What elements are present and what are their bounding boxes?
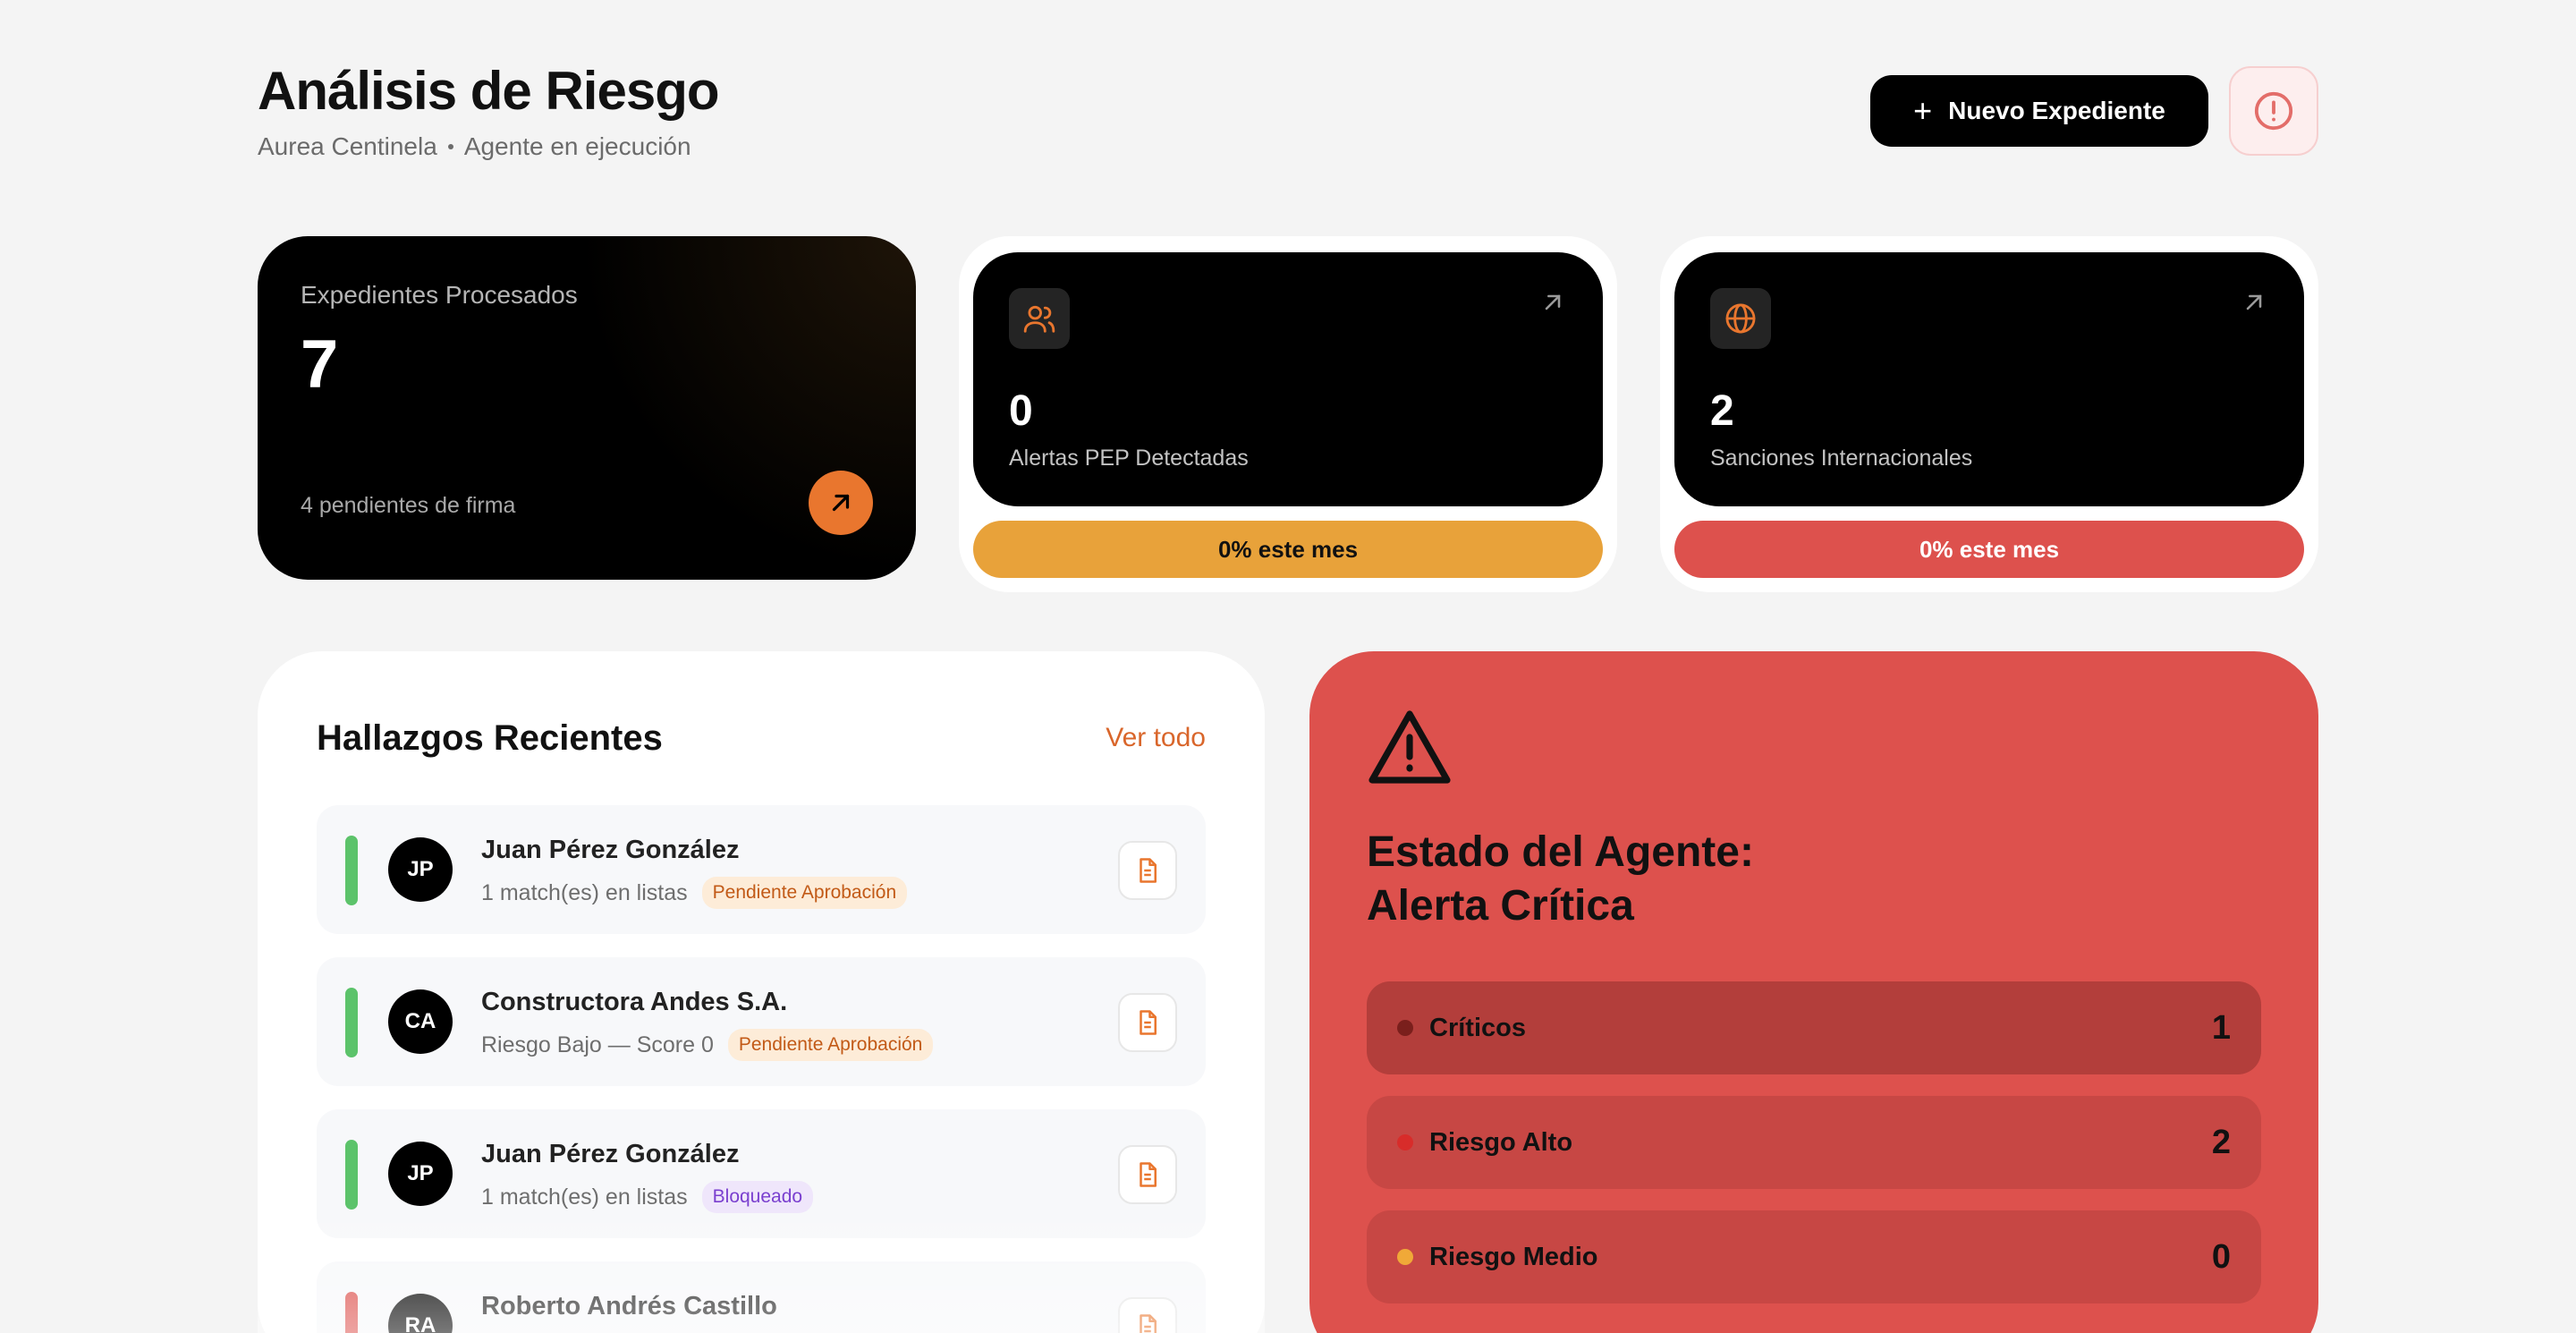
risk-level-label: Riesgo Medio [1429, 1242, 1598, 1271]
new-case-label: Nuevo Expediente [1948, 97, 2165, 124]
warning-triangle-icon [1368, 710, 1451, 784]
risk-level-list: Críticos 1 Riesgo Alto 2 Riesgo Medio 0 [1367, 981, 2261, 1303]
document-button[interactable] [1118, 993, 1177, 1052]
finding-detail: Riesgo Bajo — Score 0 [481, 1032, 714, 1057]
risk-indicator-bar [345, 1292, 358, 1333]
risk-level-label: Críticos [1429, 1013, 1526, 1042]
finding-detail: 1 match(es) en listas [481, 879, 688, 905]
processed-label: Expedientes Procesados [301, 281, 578, 309]
finding-meta: 1 match(es) en listas Bloqueado [481, 1181, 814, 1213]
processed-cases-card: Expedientes Procesados 7 4 pendientes de… [258, 236, 916, 580]
findings-title: Hallazgos Recientes [317, 717, 663, 758]
avatar: JP [388, 1142, 453, 1206]
status-badge: Bloqueado [701, 1181, 814, 1213]
finding-detail: 1 match(es) en listas [481, 1184, 688, 1210]
finding-meta: Riesgo Bajo — Score 0 Pendiente Aprobaci… [481, 1029, 934, 1061]
finding-row[interactable]: JP Juan Pérez González 1 match(es) en li… [317, 805, 1206, 934]
agent-status: Agente en ejecución [463, 132, 691, 160]
status-dot [1397, 1134, 1413, 1150]
document-icon [1140, 1162, 1157, 1187]
sanctions-value: 2 [1710, 387, 1734, 435]
risk-level-count: 1 [2211, 1008, 2231, 1047]
new-case-button[interactable]: + Nuevo Expediente [1870, 75, 2208, 147]
status-badge: Pendiente Aprobación [727, 1029, 934, 1061]
document-button[interactable] [1118, 1145, 1177, 1204]
dashboard-page: Análisis de Riesgo Aurea Centinela Agent… [258, 0, 2318, 1333]
globe-icon [1725, 303, 1756, 334]
pep-alerts-inner: 0 Alertas PEP Detectadas [973, 252, 1603, 506]
finding-row[interactable]: RA Roberto Andrés Castillo [317, 1261, 1206, 1333]
finding-name: Roberto Andrés Castillo [481, 1292, 777, 1320]
processed-value: 7 [301, 327, 339, 403]
status-badge: Pendiente Aprobación [701, 877, 908, 909]
sanctions-card: 2 Sanciones Internacionales 0% este mes [1660, 236, 2318, 592]
page-header: Análisis de Riesgo Aurea Centinela Agent… [258, 59, 2318, 166]
users-icon [1023, 305, 1055, 333]
risk-level-label: Riesgo Alto [1429, 1127, 1573, 1157]
status-dot [1397, 1020, 1413, 1036]
sanctions-inner: 2 Sanciones Internacionales [1674, 252, 2304, 506]
separator-dot [447, 144, 453, 149]
document-button[interactable] [1118, 1297, 1177, 1333]
agent-status-panel: Estado del Agente: Alerta Crítica Crític… [1309, 651, 2318, 1333]
finding-name: Juan Pérez González [481, 1140, 740, 1168]
pep-alerts-card: 0 Alertas PEP Detectadas 0% este mes [959, 236, 1617, 592]
arrow-up-right-icon[interactable] [2241, 290, 2267, 315]
sanctions-label: Sanciones Internacionales [1710, 446, 1973, 471]
org-name: Aurea Centinela [258, 132, 437, 160]
plus-icon: + [1913, 92, 1933, 129]
findings-list: JP Juan Pérez González 1 match(es) en li… [317, 805, 1206, 1333]
avatar: RA [388, 1294, 453, 1333]
document-icon [1140, 1314, 1157, 1333]
avatar: JP [388, 837, 453, 902]
findings-header: Hallazgos Recientes Ver todo [317, 716, 1206, 760]
pending-signature-text: 4 pendientes de firma [301, 493, 516, 518]
risk-level-row-medium[interactable]: Riesgo Medio 0 [1367, 1210, 2261, 1303]
globe-icon-box [1710, 288, 1771, 349]
risk-indicator-bar [345, 988, 358, 1057]
document-icon [1140, 1010, 1157, 1035]
view-all-link[interactable]: Ver todo [1106, 723, 1206, 753]
risk-level-count: 2 [2211, 1123, 2231, 1161]
pep-value: 0 [1009, 387, 1033, 435]
arrow-up-right-icon [832, 494, 850, 512]
agent-status-title-line2: Alerta Crítica [1367, 882, 1634, 930]
finding-meta: 1 match(es) en listas Pendiente Aprobaci… [481, 877, 908, 909]
avatar: CA [388, 989, 453, 1054]
agent-status-title: Estado del Agente: Alerta Crítica [1367, 826, 2261, 933]
risk-level-row-critical[interactable]: Críticos 1 [1367, 981, 2261, 1074]
users-icon-box [1009, 288, 1070, 349]
risk-indicator-bar [345, 1140, 358, 1210]
alerts-button[interactable] [2229, 66, 2318, 156]
sanctions-trend-pill: 0% este mes [1674, 521, 2304, 578]
status-dot [1397, 1249, 1413, 1265]
alert-circle-icon [2254, 91, 2293, 131]
pep-label: Alertas PEP Detectadas [1009, 446, 1249, 471]
document-button[interactable] [1118, 841, 1177, 900]
finding-row[interactable]: JP Juan Pérez González 1 match(es) en li… [317, 1109, 1206, 1238]
finding-name: Juan Pérez González [481, 836, 740, 864]
arrow-up-right-icon[interactable] [1540, 290, 1565, 315]
risk-indicator-bar [345, 836, 358, 905]
processed-open-button[interactable] [809, 471, 873, 535]
risk-level-row-high[interactable]: Riesgo Alto 2 [1367, 1096, 2261, 1189]
risk-level-count: 0 [2211, 1237, 2231, 1276]
pep-trend-pill: 0% este mes [973, 521, 1603, 578]
recent-findings-panel: Hallazgos Recientes Ver todo JP Juan Pér… [258, 651, 1265, 1333]
document-icon [1140, 858, 1157, 883]
agent-status-title-line1: Estado del Agente: [1367, 828, 1754, 876]
finding-row[interactable]: CA Constructora Andes S.A. Riesgo Bajo —… [317, 957, 1206, 1086]
finding-name: Constructora Andes S.A. [481, 988, 788, 1016]
